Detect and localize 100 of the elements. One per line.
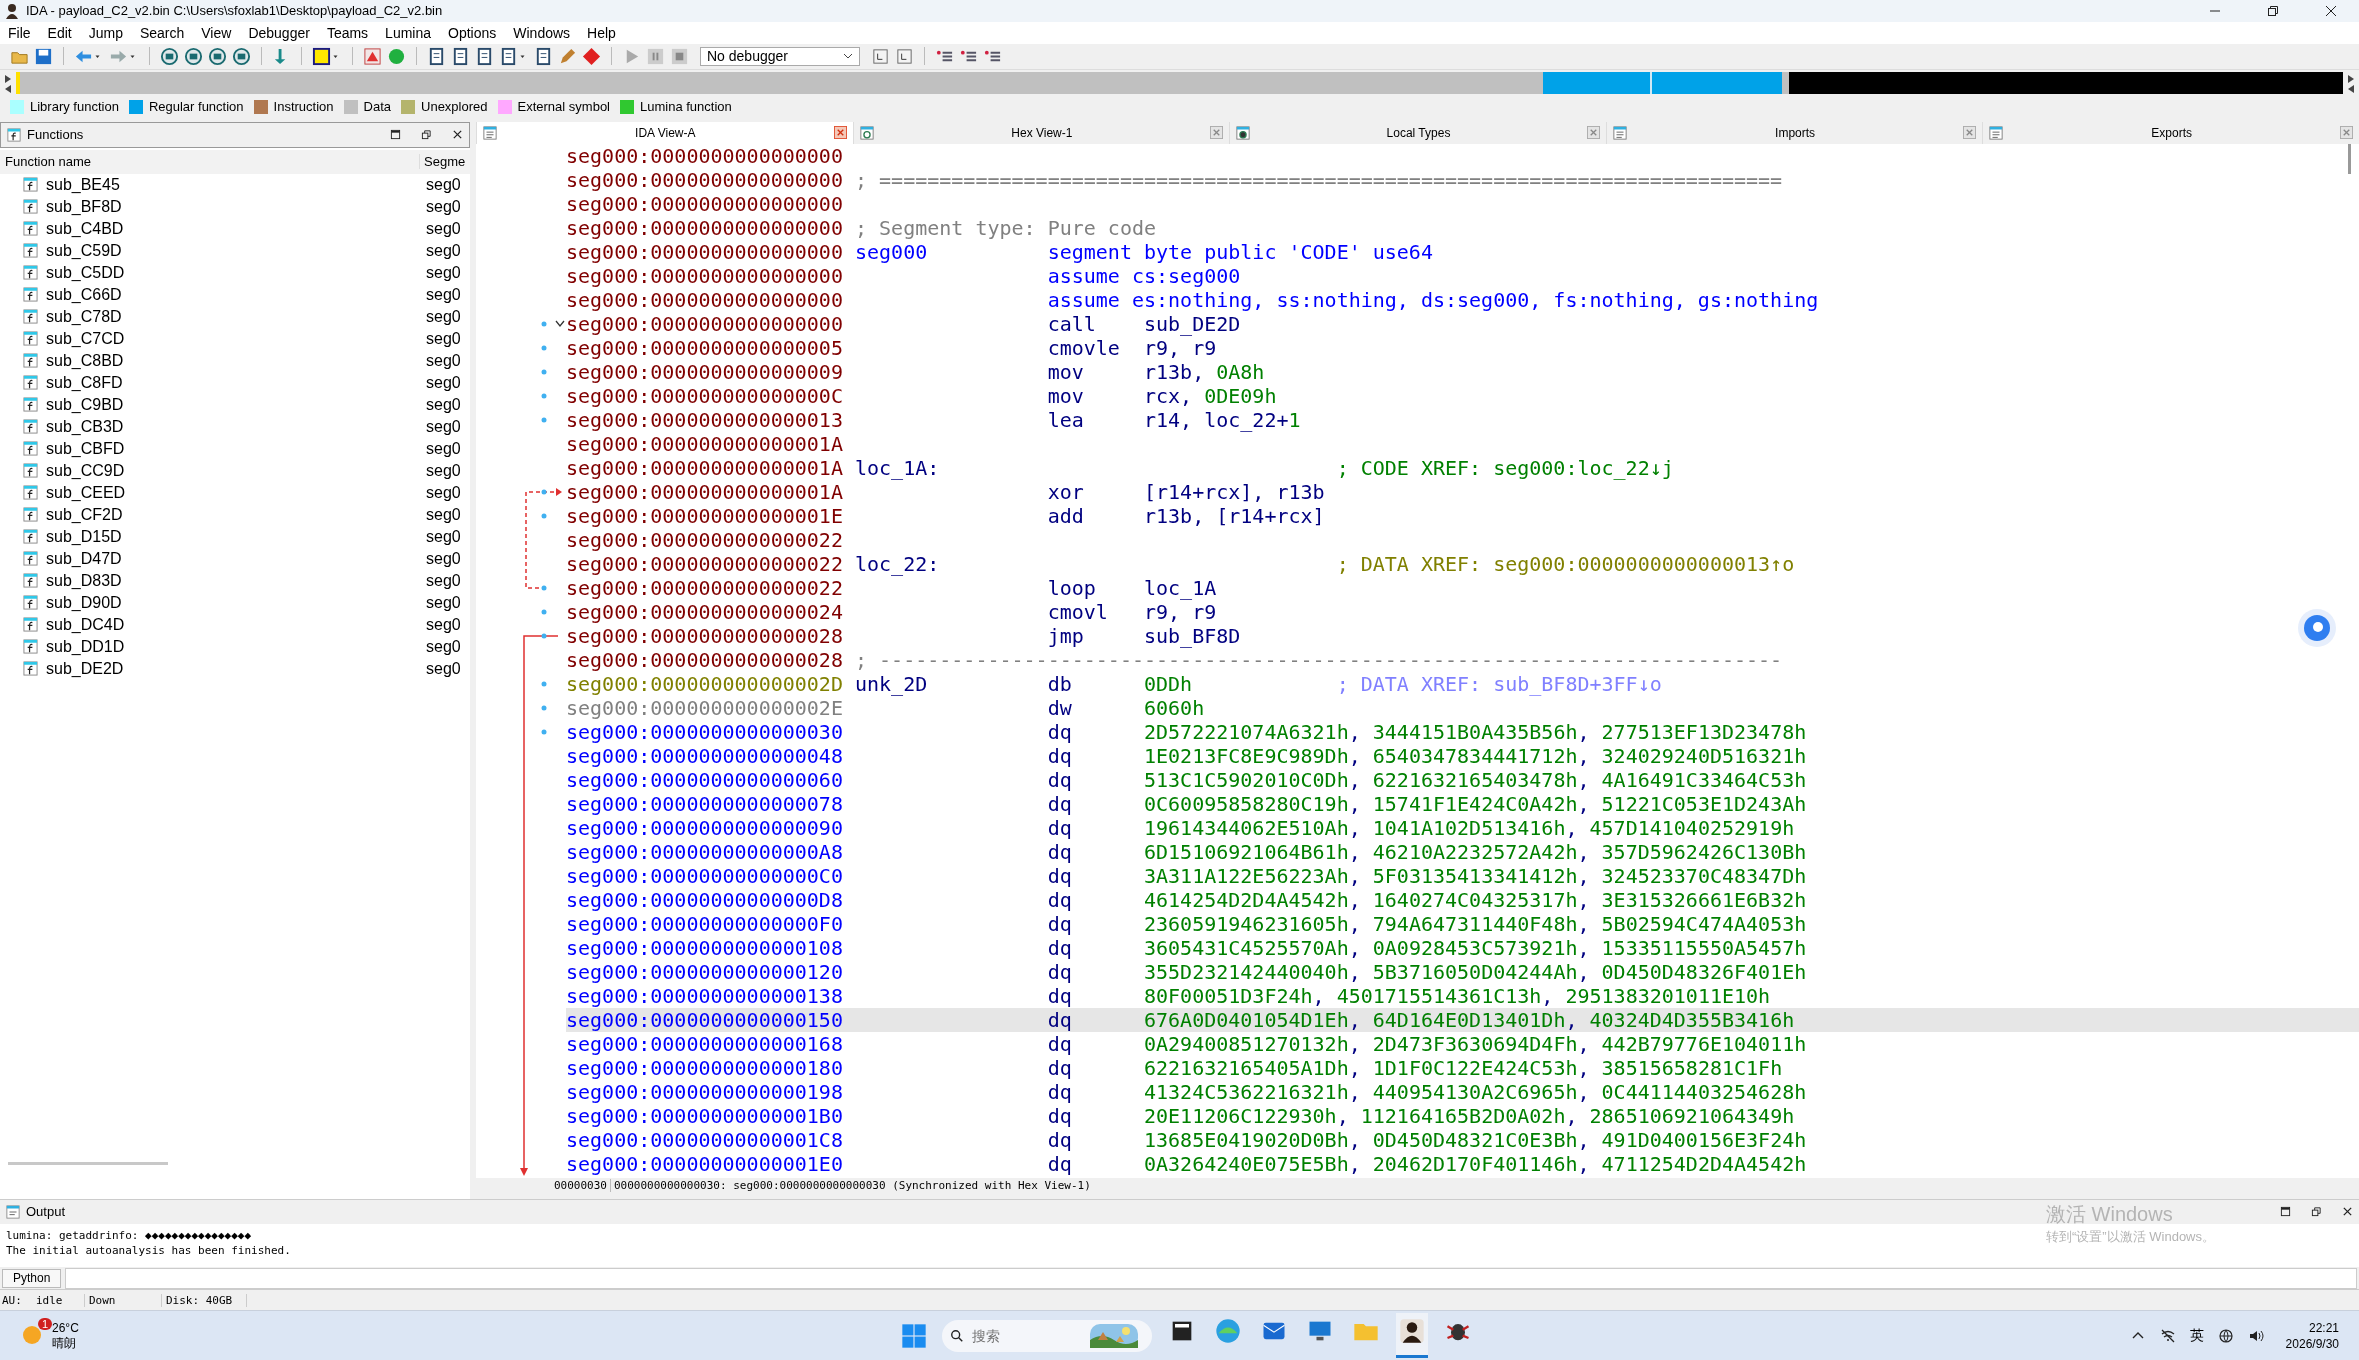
stop-icon[interactable] <box>670 46 689 66</box>
scrollbar-thumb[interactable] <box>2348 143 2351 174</box>
document-icon[interactable] <box>499 46 518 66</box>
close-icon[interactable] <box>2325 5 2337 17</box>
person-icon[interactable] <box>1398 1317 1426 1346</box>
round-tool-icon[interactable] <box>184 46 203 66</box>
listing-row[interactable]: seg000:00000000000000C0 dq 3A311A122E56223Ah, 5F03135413341412h, 324523370C48347Dh <box>566 863 2359 888</box>
navigation-band[interactable] <box>16 71 2343 94</box>
listing-row[interactable]: seg000:0000000000000000 call sub_DE2D <box>566 311 2359 336</box>
function-name[interactable]: sub_CEED <box>46 483 420 502</box>
highlight-box-icon[interactable] <box>312 46 331 66</box>
listing-row[interactable]: seg000:0000000000000028 ; --------------------------------------------------------------------------- <box>566 647 2359 672</box>
listing-row[interactable]: seg000:0000000000000078 dq 0C60095858280C19h, 15741F1E424C0A42h, 51221C053E1D243Ah <box>566 791 2359 816</box>
function-name[interactable]: sub_C8FD <box>46 373 420 392</box>
listing-row[interactable]: seg000:0000000000000000 assume es:nothing, ss:nothing, ds:seg000, fs:nothing, gs:nothing <box>566 287 2359 312</box>
listing-row[interactable]: seg000:0000000000000000 <box>566 143 2359 168</box>
function-name[interactable]: sub_C4BD <box>46 219 420 238</box>
function-name[interactable]: sub_C66D <box>46 285 420 304</box>
listing-row[interactable]: seg000:0000000000000048 dq 1E0213FC8E9C989Dh, 6540347834441712h, 324029240D516321h <box>566 743 2359 768</box>
listing-row[interactable]: seg000:0000000000000060 dq 513C1C5902010C0Dh, 6221632165403478h, 4A16491C33464C53h <box>566 767 2359 792</box>
listing-row[interactable]: seg000:00000000000001B0 dq 20E11206C122930h, 112164165B2D0A02h, 2865106921064349h <box>566 1103 2359 1128</box>
function-name[interactable]: sub_D15D <box>46 527 420 546</box>
listing-row[interactable]: seg000:000000000000000C mov rcx, 0DE09h <box>566 383 2359 408</box>
function-name[interactable]: sub_C5DD <box>46 263 420 282</box>
column-header[interactable]: Function name <box>0 154 420 170</box>
listing-row[interactable]: seg000:000000000000002D unk_2D db 0DDh ; DATA XREF: sub_BF8D+3FF↓o <box>566 671 2359 696</box>
listing-row[interactable]: seg000:0000000000000024 cmovl r9, r9 <box>566 599 2359 624</box>
close-icon[interactable] <box>2342 1206 2353 1218</box>
function-name[interactable]: sub_BF8D <box>46 197 420 216</box>
float-icon[interactable] <box>421 129 432 141</box>
stop-sign-icon[interactable] <box>582 46 601 66</box>
maximize-icon[interactable] <box>390 129 401 141</box>
close-icon[interactable] <box>452 129 463 141</box>
listing-row[interactable]: seg000:00000000000000D8 dq 4614254D2D4A4542h, 1640274C04325317h, 3E315326661E6B32h <box>566 887 2359 912</box>
listing-row[interactable]: seg000:0000000000000013 lea r14, loc_22+1 <box>566 407 2359 432</box>
listing-row[interactable]: seg000:0000000000000022 loop loc_1A <box>566 575 2359 600</box>
document-icon[interactable] <box>475 46 494 66</box>
document-icon[interactable] <box>895 46 914 66</box>
listing-row[interactable]: seg000:000000000000001A xor [r14+rcx], r13b <box>566 479 2359 504</box>
menu-item[interactable]: File <box>8 24 31 41</box>
menu-item[interactable]: Debugger <box>248 24 310 41</box>
taskbar-app[interactable] <box>1396 1313 1428 1359</box>
menu-item[interactable]: Search <box>139 24 185 41</box>
listing-row[interactable]: seg000:000000000000001E add r13b, [r14+rcx] <box>566 503 2359 528</box>
command-input[interactable] <box>65 1267 2357 1289</box>
listing-row[interactable]: seg000:00000000000001C8 dq 13685E0419020D0Bh, 0D450D48321C0E3Bh, 491D0400156E3F24h <box>566 1127 2359 1152</box>
listing-row[interactable]: seg000:0000000000000022 <box>566 527 2359 552</box>
restore-icon[interactable] <box>2267 5 2279 17</box>
clock-date[interactable]: 2026/9/30 <box>2285 1335 2339 1352</box>
listing-row[interactable]: seg000:0000000000000009 mov r13b, 0A8h <box>566 359 2359 384</box>
pen-icon[interactable] <box>558 46 577 66</box>
pause-icon[interactable] <box>646 46 665 66</box>
round-tool-icon[interactable] <box>160 46 179 66</box>
listing-row[interactable]: seg000:0000000000000138 dq 80F00051D3F24h, 4501715514361C13h, 2951383201011E10h <box>566 983 2359 1008</box>
menu-item[interactable]: View <box>201 24 232 41</box>
listing-row[interactable]: seg000:0000000000000000 seg000 segment byte public 'CODE' use64 <box>566 239 2359 264</box>
listing-row[interactable]: seg000:00000000000001E0 dq 0A3264240E075E5Bh, 20462D170F401146h, 4711254D2D4A4542h <box>566 1151 2359 1176</box>
listing-row[interactable]: seg000:0000000000000000 <box>566 191 2359 216</box>
listing-row[interactable]: seg000:0000000000000005 cmovle r9, r9 <box>566 335 2359 360</box>
save-icon[interactable] <box>34 46 53 66</box>
view-tab[interactable]: IDA View-A <box>476 121 853 144</box>
listing-row[interactable]: seg000:000000000000001A <box>566 431 2359 456</box>
listing-row[interactable]: seg000:0000000000000030 dq 2D572221074A6321h, 3444151B0A435B56h, 277513EF13D23478h <box>566 719 2359 744</box>
function-name[interactable]: sub_D90D <box>46 593 420 612</box>
listing-row[interactable]: seg000:0000000000000198 dq 41324C5362216321h, 440954130A2C6965h, 0C44114403254628h <box>566 1079 2359 1104</box>
listing-row[interactable]: seg000:000000000000001A loc_1A: ; CODE XREF: seg000:loc_22↓j <box>566 455 2359 480</box>
listing-row[interactable]: seg000:00000000000000A8 dq 6D15106921064B61h, 46210A2232572A42h, 357D5962426C130Bh <box>566 839 2359 864</box>
document-icon[interactable] <box>534 46 553 66</box>
column-header[interactable]: Segme <box>420 154 466 170</box>
listing-row[interactable]: seg000:0000000000000000 ; Segment type: Pure code <box>566 215 2359 240</box>
function-name[interactable]: sub_CC9D <box>46 461 420 480</box>
maximize-icon[interactable] <box>2280 1206 2291 1218</box>
float-icon[interactable] <box>2311 1206 2322 1218</box>
function-name[interactable]: sub_CBFD <box>46 439 420 458</box>
network-off-icon[interactable] <box>2159 1327 2176 1344</box>
document-icon[interactable] <box>427 46 446 66</box>
listing-row[interactable]: seg000:0000000000000180 dq 6221632165405A1Dh, 1D1F0C122E424C53h, 38515658281C1Fh <box>566 1055 2359 1080</box>
floating-assistant-icon[interactable] <box>2297 607 2337 648</box>
taskbar-search[interactable]: 搜索 <box>942 1319 1152 1352</box>
listing-row[interactable]: seg000:0000000000000028 jmp sub_BF8D <box>566 623 2359 648</box>
function-name[interactable]: sub_DC4D <box>46 615 420 634</box>
function-name[interactable]: sub_D47D <box>46 549 420 568</box>
menu-item[interactable]: Windows <box>513 24 571 41</box>
function-name[interactable]: sub_D83D <box>46 571 420 590</box>
collapse-caret-icon[interactable] <box>555 320 565 327</box>
round-tool-icon[interactable] <box>208 46 227 66</box>
listing-row[interactable]: seg000:0000000000000168 dq 0A29400851270132h, 2D473F3630694D4Fh, 442B79776E104011h <box>566 1031 2359 1056</box>
listing-row[interactable]: seg000:0000000000000022 loc_22: ; DATA XREF: seg000:0000000000000013↑o <box>566 551 2359 576</box>
document-icon[interactable] <box>451 46 470 66</box>
function-name[interactable]: sub_DD1D <box>46 637 420 656</box>
function-name[interactable]: sub_C59D <box>46 241 420 260</box>
function-name[interactable]: sub_C9BD <box>46 395 420 414</box>
listing-row[interactable]: seg000:0000000000000150 dq 676A0D0401054D1Eh, 64D164E0D13401Dh, 40324D4D355B3416h <box>566 1007 2359 1032</box>
function-name[interactable]: sub_C78D <box>46 307 420 326</box>
listing-row[interactable]: seg000:000000000000002E dw 6060h <box>566 695 2359 720</box>
function-name[interactable]: sub_C7CD <box>46 329 420 348</box>
round-tool-icon[interactable] <box>232 46 251 66</box>
debugger-select[interactable]: No debugger <box>700 46 860 66</box>
listing-row[interactable]: seg000:0000000000000000 assume cs:seg000 <box>566 263 2359 288</box>
clock-time[interactable]: 22:21 <box>2308 1319 2339 1336</box>
